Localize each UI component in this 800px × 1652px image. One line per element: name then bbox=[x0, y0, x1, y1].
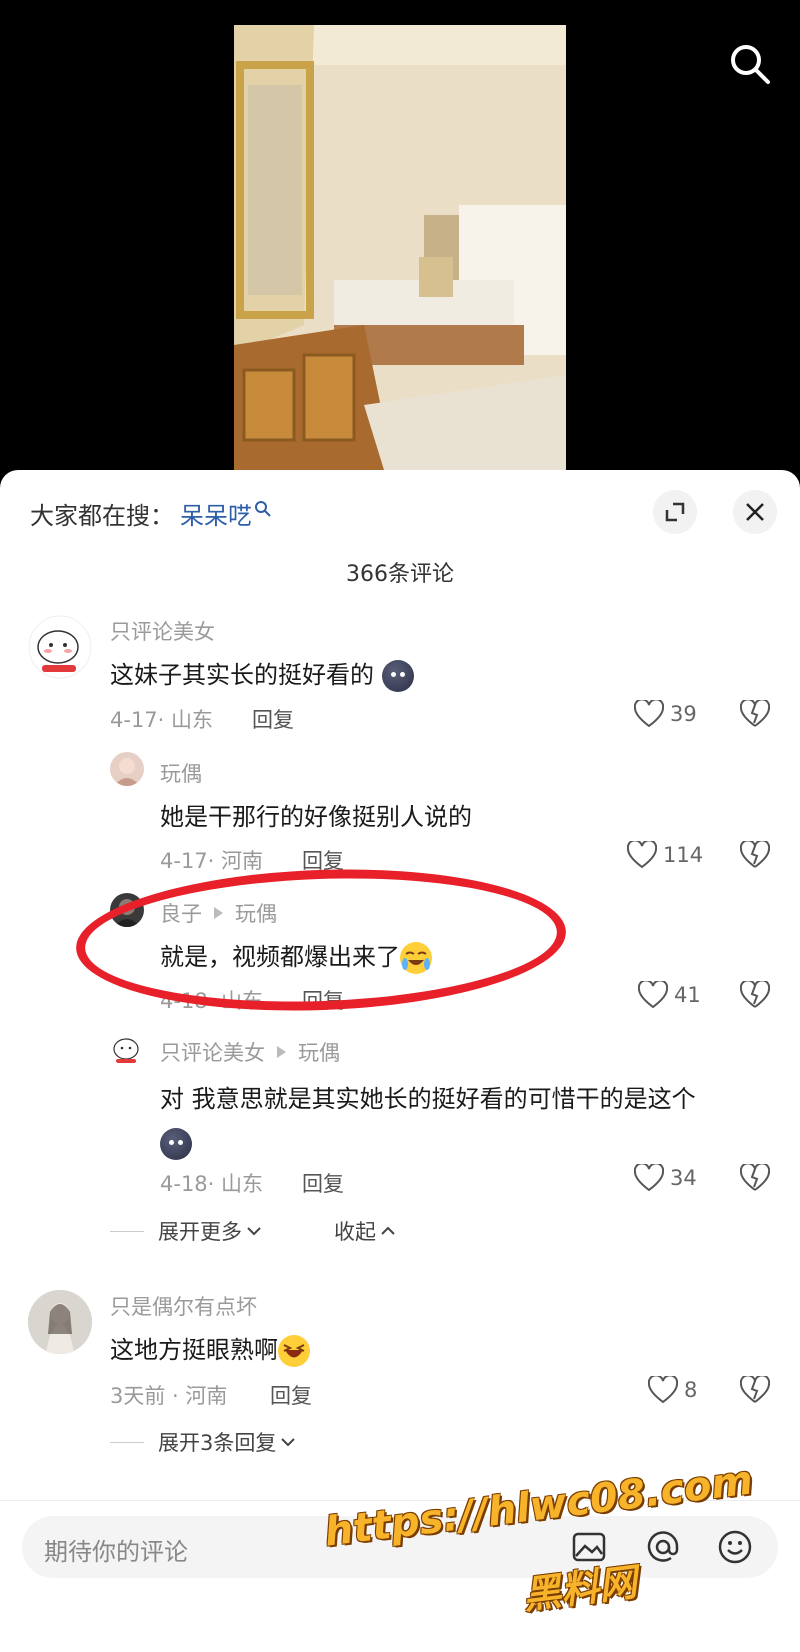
hot-search-prefix: 大家都在搜： bbox=[30, 502, 174, 530]
comment-text: 就是，视频都爆出来了 bbox=[160, 937, 432, 974]
avatar[interactable] bbox=[110, 752, 144, 786]
comment-input-placeholder: 期待你的评论 bbox=[44, 1538, 188, 1566]
collapse-button[interactable]: 收起 bbox=[334, 1216, 396, 1246]
heart-icon bbox=[627, 841, 657, 869]
at-sign-icon bbox=[647, 1531, 679, 1562]
dislike-button[interactable] bbox=[739, 839, 771, 873]
crying-laugh-emoji-icon bbox=[400, 942, 432, 974]
small-search-icon bbox=[255, 500, 271, 517]
dark-face-emoji-icon bbox=[381, 660, 414, 692]
avatar[interactable] bbox=[28, 1290, 92, 1354]
dark-face-emoji-icon bbox=[160, 1128, 192, 1160]
user-photo-icon bbox=[114, 899, 140, 927]
avatar[interactable] bbox=[110, 893, 144, 927]
like-button[interactable]: 8 bbox=[648, 1376, 697, 1404]
image-icon bbox=[572, 1532, 606, 1562]
like-count: 39 bbox=[670, 702, 697, 726]
dislike-button[interactable] bbox=[739, 1374, 771, 1408]
like-button[interactable]: 114 bbox=[627, 841, 703, 869]
bottom-divider bbox=[0, 1500, 800, 1501]
like-button[interactable]: 34 bbox=[634, 1164, 697, 1192]
cat-avatar-icon bbox=[113, 1038, 139, 1063]
hotel-room-image bbox=[234, 25, 566, 470]
avatar[interactable] bbox=[28, 615, 92, 679]
comment-text: 对 我意思就是其实她长的挺好看的可惜干的是这个 bbox=[160, 1077, 760, 1165]
mention-button[interactable] bbox=[642, 1526, 684, 1568]
laughing-emoji-icon bbox=[278, 1335, 310, 1367]
chevron-up-icon bbox=[381, 1226, 395, 1235]
reply-button[interactable]: 回复 bbox=[270, 1380, 312, 1410]
comment-meta: 4-18· 山东 bbox=[160, 1172, 264, 1196]
emoji-button[interactable] bbox=[714, 1526, 756, 1568]
dislike-button[interactable] bbox=[739, 979, 771, 1013]
reply-button[interactable]: 回复 bbox=[302, 985, 344, 1015]
comment-author[interactable]: 良子 玩偶 bbox=[160, 898, 277, 928]
reply-arrow-icon bbox=[277, 1046, 286, 1058]
like-count: 114 bbox=[663, 843, 704, 867]
heart-icon bbox=[638, 981, 668, 1009]
expand-more-button[interactable]: 展开更多 bbox=[110, 1216, 262, 1246]
expand-replies-button[interactable]: 展开3条回复 bbox=[110, 1427, 296, 1457]
broken-heart-icon bbox=[739, 698, 771, 727]
image-button[interactable] bbox=[568, 1526, 610, 1568]
comment-count: 366条评论 bbox=[346, 562, 454, 587]
expand-more-label: 展开更多 bbox=[158, 1220, 242, 1244]
broken-heart-icon bbox=[739, 839, 771, 868]
like-count: 34 bbox=[670, 1166, 697, 1190]
comment-author[interactable]: 只是偶尔有点坏 bbox=[110, 1291, 257, 1321]
cat-avatar-icon bbox=[28, 615, 92, 679]
expand-button[interactable] bbox=[653, 490, 697, 534]
video-player[interactable] bbox=[0, 0, 800, 470]
chevron-down-icon bbox=[247, 1227, 261, 1236]
expand-replies-label: 展开3条回复 bbox=[158, 1431, 277, 1455]
like-count: 8 bbox=[684, 1378, 698, 1402]
video-frame[interactable] bbox=[234, 25, 566, 470]
dislike-button[interactable] bbox=[739, 698, 771, 732]
like-button[interactable]: 39 bbox=[634, 700, 697, 728]
comment-text: 这地方挺眼熟啊 bbox=[110, 1330, 310, 1367]
smiley-icon bbox=[718, 1530, 752, 1564]
dislike-button[interactable] bbox=[739, 1162, 771, 1196]
comment-input-bar[interactable]: 期待你的评论 bbox=[22, 1516, 778, 1578]
collapse-label: 收起 bbox=[334, 1220, 376, 1244]
divider-line bbox=[110, 1230, 144, 1232]
broken-heart-icon bbox=[739, 1374, 771, 1403]
comment-text: 她是干那行的好像挺别人说的 bbox=[160, 803, 472, 831]
heart-icon bbox=[634, 1164, 664, 1192]
reply-button[interactable]: 回复 bbox=[302, 1168, 344, 1198]
close-icon bbox=[746, 503, 764, 521]
hot-search-term[interactable]: 呆呆呓 bbox=[180, 496, 252, 531]
close-button[interactable] bbox=[733, 490, 777, 534]
comment-meta: 4-17· 河南 bbox=[160, 849, 264, 873]
user-photo-icon bbox=[28, 1290, 92, 1354]
avatar[interactable] bbox=[110, 1032, 144, 1066]
search-button[interactable] bbox=[726, 40, 774, 88]
reply-button[interactable]: 回复 bbox=[252, 704, 294, 734]
comment-text: 这妹子其实长的挺好看的 bbox=[110, 655, 414, 692]
reply-button[interactable]: 回复 bbox=[302, 845, 344, 875]
search-icon bbox=[731, 45, 770, 84]
comment-author[interactable]: 玩偶 bbox=[160, 758, 202, 788]
comment-meta: 4-18· 山东 bbox=[160, 989, 264, 1013]
like-count: 41 bbox=[674, 983, 701, 1007]
user-photo-icon bbox=[114, 758, 140, 786]
expand-icon bbox=[665, 502, 685, 522]
heart-icon bbox=[648, 1376, 678, 1404]
comment-author[interactable]: 只评论美女 bbox=[110, 616, 215, 646]
comment-meta: 3天前 · 河南 bbox=[110, 1384, 228, 1408]
heart-icon bbox=[634, 700, 664, 728]
broken-heart-icon bbox=[739, 1162, 771, 1191]
comment-meta: 4-17· 山东 bbox=[110, 708, 214, 732]
hot-search[interactable]: 大家都在搜： 呆呆呓 bbox=[30, 496, 272, 531]
comment-author[interactable]: 只评论美女 玩偶 bbox=[160, 1037, 340, 1067]
reply-arrow-icon bbox=[214, 907, 223, 919]
chevron-down-icon bbox=[281, 1438, 296, 1447]
like-button[interactable]: 41 bbox=[638, 981, 701, 1009]
divider-line bbox=[110, 1441, 144, 1443]
broken-heart-icon bbox=[739, 979, 771, 1008]
